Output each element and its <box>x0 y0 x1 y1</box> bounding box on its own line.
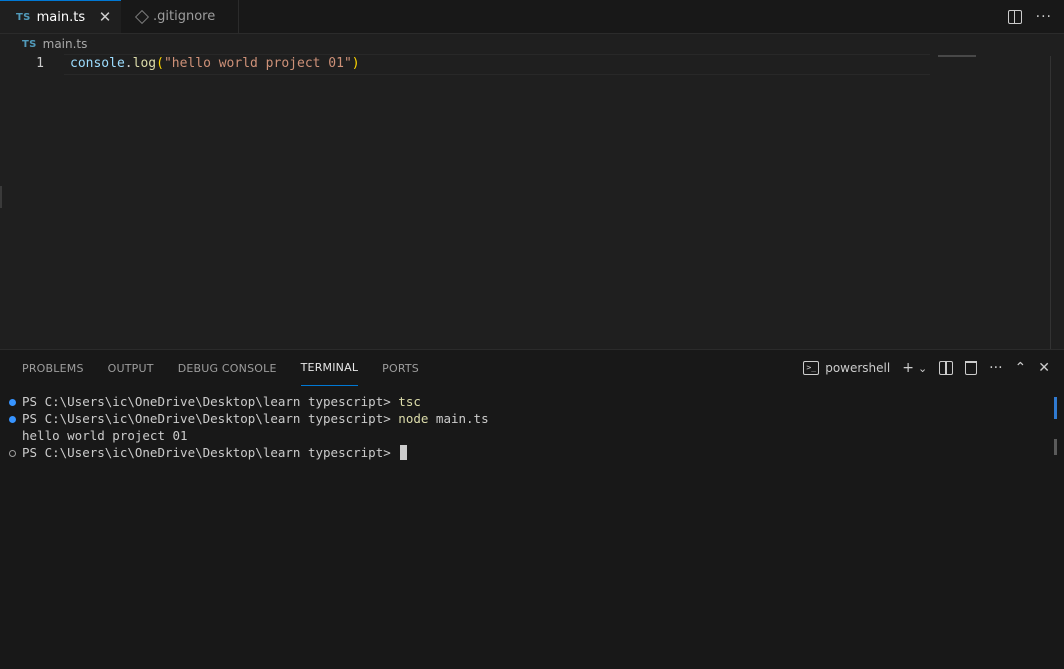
gutter-marker <box>0 186 2 208</box>
terminal-cursor <box>400 445 408 460</box>
terminal-scrollbar[interactable] <box>1054 439 1057 455</box>
more-actions-icon[interactable]: ··· <box>1036 9 1052 25</box>
code-token-object: console <box>70 56 125 71</box>
tab-problems[interactable]: PROBLEMS <box>22 350 84 386</box>
breadcrumb: TS main.ts <box>0 34 87 54</box>
tab-debug-console[interactable]: DEBUG CONSOLE <box>178 350 277 386</box>
terminal-line: PS C:\Users\ic\OneDrive\Desktop\learn ty… <box>0 394 1050 411</box>
terminal-prompt: PS C:\Users\ic\OneDrive\Desktop\learn ty… <box>22 394 399 409</box>
code-token-dot: . <box>124 56 133 71</box>
editor-tab-bar: TS main.ts ✕ .gitignore ··· <box>0 0 1064 34</box>
trash-icon[interactable] <box>965 361 978 375</box>
editor-actions: ··· <box>1007 0 1052 33</box>
panel-tabs: PROBLEMS OUTPUT DEBUG CONSOLE TERMINAL P… <box>22 350 419 386</box>
tab-main-ts[interactable]: TS main.ts ✕ <box>0 0 121 33</box>
terminal-output-text: hello world project 01 <box>22 428 188 443</box>
code-token-paren-open: ( <box>156 56 164 71</box>
terminal-command: tsc <box>398 394 421 409</box>
tab-label: .gitignore <box>153 9 216 24</box>
split-terminal-icon[interactable] <box>939 361 954 375</box>
terminal-prompt: PS C:\Users\ic\OneDrive\Desktop\learn ty… <box>22 411 399 426</box>
tab-gitignore[interactable]: .gitignore <box>121 0 239 33</box>
close-icon[interactable]: ✕ <box>97 9 113 25</box>
terminal-shell-name[interactable]: powershell <box>825 361 890 375</box>
close-panel-icon[interactable]: ✕ <box>1038 360 1050 376</box>
terminal-line: PS C:\Users\ic\OneDrive\Desktop\learn ty… <box>0 411 1050 428</box>
new-terminal-plus-icon[interactable]: + <box>902 360 914 376</box>
tab-output[interactable]: OUTPUT <box>108 350 154 386</box>
code-line[interactable]: console.log("hello world project 01") <box>70 56 360 71</box>
terminal-prompt: PS C:\Users\ic\OneDrive\Desktop\learn ty… <box>22 445 399 460</box>
line-number: 1 <box>36 56 44 71</box>
terminal-args: main.ts <box>428 411 489 426</box>
panel-actions: >_ powershell + ⌄ ··· ⌃ ✕ <box>803 350 1050 386</box>
split-editor-icon[interactable] <box>1007 9 1022 24</box>
tab-terminal[interactable]: TERMINAL <box>300 350 359 386</box>
minimap[interactable] <box>938 55 976 57</box>
code-token-string: "hello world project 01" <box>163 56 352 71</box>
code-editor[interactable]: 1 console.log("hello world project 01") <box>0 54 1064 349</box>
tab-ports[interactable]: PORTS <box>382 350 419 386</box>
maximize-panel-icon[interactable]: ⌃ <box>1015 360 1027 376</box>
terminal-line: PS C:\Users\ic\OneDrive\Desktop\learn ty… <box>0 445 1050 462</box>
typescript-file-icon: TS <box>16 11 31 23</box>
git-file-icon <box>134 9 150 24</box>
chevron-down-icon[interactable]: ⌄ <box>918 362 927 375</box>
terminal-output[interactable]: PS C:\Users\ic\OneDrive\Desktop\learn ty… <box>0 394 1050 462</box>
bottom-panel: PROBLEMS OUTPUT DEBUG CONSOLE TERMINAL P… <box>0 349 1064 669</box>
tab-label: main.ts <box>36 9 86 25</box>
terminal-line: hello world project 01 <box>0 428 1050 445</box>
code-token-function: log <box>132 56 157 71</box>
command-pending-dot-icon <box>9 450 16 457</box>
terminal-scroll-marker <box>1054 397 1057 419</box>
terminal-command: node <box>398 411 429 426</box>
typescript-file-icon: TS <box>22 38 37 50</box>
breadcrumb-file[interactable]: main.ts <box>43 37 88 51</box>
command-success-dot-icon[interactable] <box>9 399 16 406</box>
more-actions-icon[interactable]: ··· <box>989 360 1002 376</box>
editor-scrollbar[interactable] <box>1050 56 1064 349</box>
terminal-shell-icon[interactable]: >_ <box>803 361 820 375</box>
command-success-dot-icon[interactable] <box>9 416 16 423</box>
code-token-paren-close: ) <box>351 56 360 71</box>
